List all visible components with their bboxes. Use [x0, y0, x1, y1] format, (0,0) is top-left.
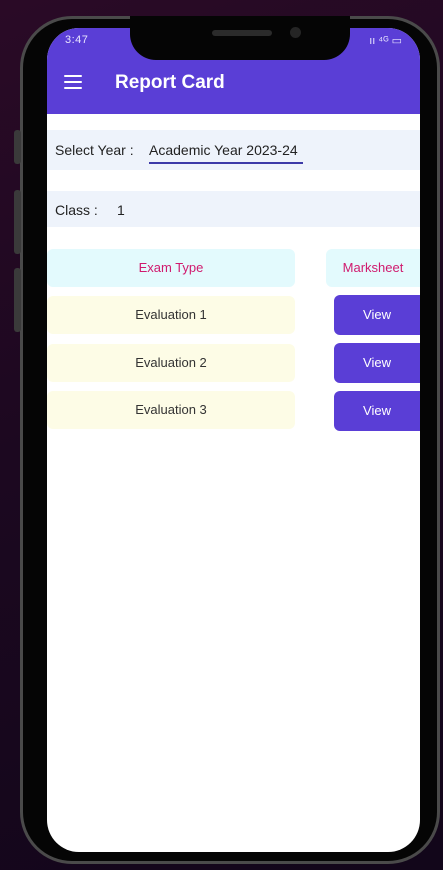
- speaker-grille: [212, 30, 272, 36]
- exam-row-label: Evaluation 1: [47, 296, 295, 334]
- marksheet-header: Marksheet: [326, 249, 420, 287]
- view-marksheet-button[interactable]: View: [334, 391, 420, 431]
- class-value: 1: [117, 202, 125, 218]
- exam-row-label: Evaluation 2: [47, 344, 295, 382]
- class-row: Class : 1: [47, 191, 420, 227]
- hamburger-menu-icon[interactable]: [64, 75, 82, 89]
- status-icons: ıı ⁴ᴳ ▭: [369, 35, 402, 47]
- year-select[interactable]: Academic Year 2023-24: [149, 142, 303, 164]
- phone-volume-up-button: [14, 190, 21, 254]
- page-title: Report Card: [115, 72, 225, 93]
- app-bar: Report Card: [47, 58, 420, 114]
- phone-volume-down-button: [14, 268, 21, 332]
- app-screen: 3:47 ıı ⁴ᴳ ▭ Report Card Select Year : A…: [47, 28, 420, 852]
- exam-type-header: Exam Type: [47, 249, 295, 287]
- class-label: Class :: [55, 202, 98, 218]
- status-time: 3:47: [65, 34, 89, 46]
- view-marksheet-button[interactable]: View: [334, 295, 420, 335]
- phone-notch: [130, 16, 350, 60]
- exam-row-label: Evaluation 3: [47, 391, 295, 429]
- year-label: Select Year :: [55, 142, 134, 158]
- year-filter-row: Select Year : Academic Year 2023-24: [47, 130, 420, 170]
- front-camera: [290, 27, 301, 38]
- phone-side-button: [14, 130, 21, 164]
- view-marksheet-button[interactable]: View: [334, 343, 420, 383]
